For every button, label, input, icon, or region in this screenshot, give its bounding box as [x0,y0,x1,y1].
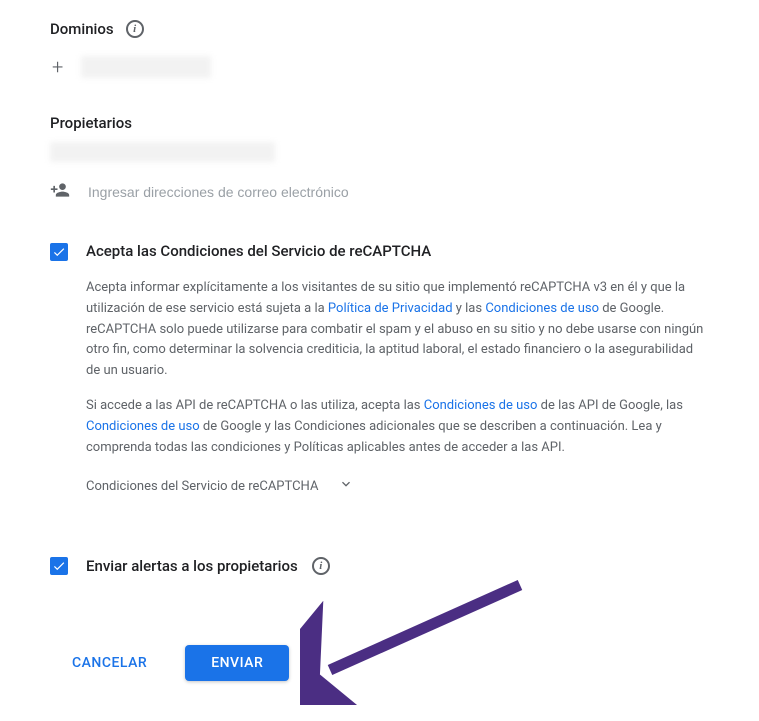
terms-text: Acepta informar explícitamente a los vis… [86,278,709,458]
privacy-policy-link[interactable]: Política de Privacidad [328,301,453,316]
send-alerts-label: Enviar alertas a los propietarios [86,557,298,575]
expand-terms-label: Condiciones del Servicio de reCAPTCHA [86,479,318,494]
api-terms-link[interactable]: Condiciones de uso [424,398,538,413]
person-add-icon[interactable] [50,180,70,204]
domains-title: Dominios [50,20,114,38]
plus-icon[interactable]: + [52,57,63,77]
owners-title: Propietarios [50,114,132,132]
info-icon[interactable]: i [312,557,330,575]
domains-header: Dominios i [50,20,709,38]
owners-header: Propietarios [50,114,709,132]
cancel-button[interactable]: CANCELAR [58,645,161,681]
info-icon[interactable]: i [126,20,144,38]
send-alerts-checkbox[interactable] [50,557,68,575]
expand-terms-row[interactable]: Condiciones del Servicio de reCAPTCHA [86,476,709,496]
owner-email-input[interactable] [88,184,438,200]
google-terms-link[interactable]: Condiciones de uso [86,419,200,434]
submit-button[interactable]: ENVIAR [185,645,289,681]
accept-terms-label: Acepta las Condiciones del Servicio de r… [86,242,431,260]
terms-of-use-link[interactable]: Condiciones de uso [485,301,599,316]
owner-redacted [50,142,275,162]
annotation-arrow-icon [300,575,540,705]
accept-terms-checkbox[interactable] [50,243,68,261]
domain-redacted [81,56,211,78]
domain-add-row: + [50,56,709,78]
chevron-down-icon [338,476,354,496]
